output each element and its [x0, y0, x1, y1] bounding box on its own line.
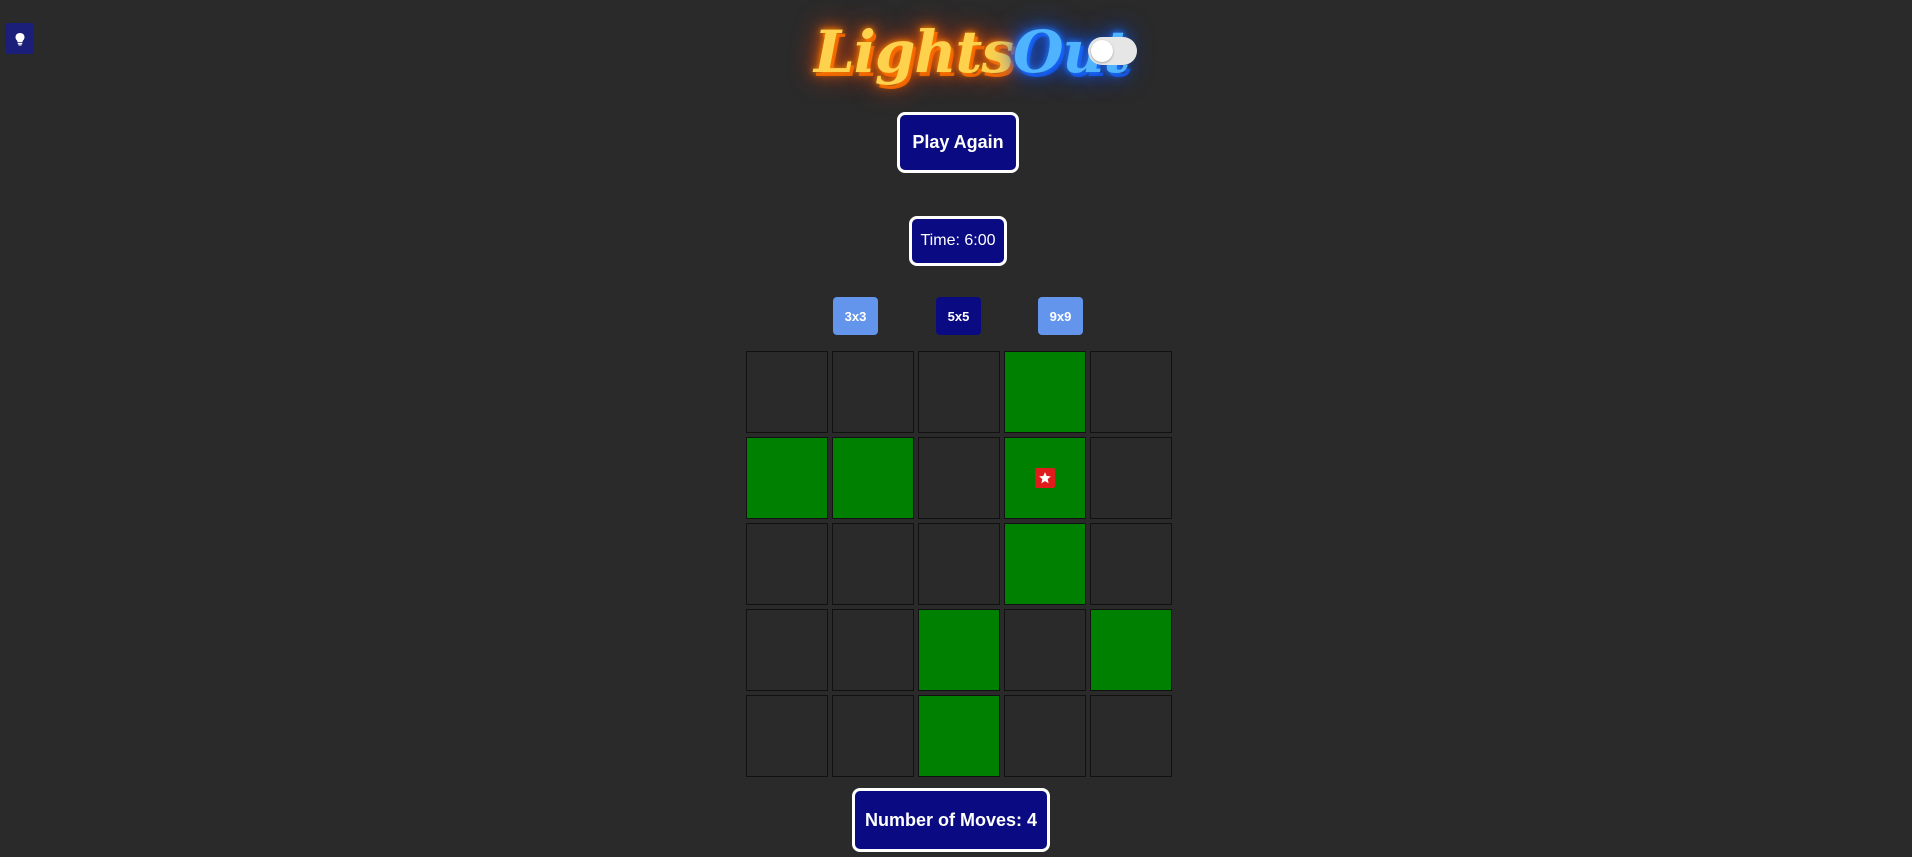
board-cell[interactable] — [1090, 351, 1172, 433]
board-cell[interactable] — [746, 351, 828, 433]
board-cell[interactable] — [918, 437, 1000, 519]
title-lights: Lights — [814, 18, 1014, 86]
board-cell[interactable] — [1004, 695, 1086, 777]
board-cell[interactable] — [832, 609, 914, 691]
size-3x3-button[interactable]: 3x3 — [833, 297, 878, 335]
play-again-button[interactable]: Play Again — [897, 112, 1019, 173]
game-board — [746, 351, 1172, 777]
board-cell[interactable] — [1090, 609, 1172, 691]
board-cell[interactable] — [1004, 351, 1086, 433]
theme-toggle[interactable] — [1088, 37, 1137, 65]
board-cell[interactable] — [918, 351, 1000, 433]
board-cell[interactable] — [746, 437, 828, 519]
board-cell[interactable] — [918, 695, 1000, 777]
size-5x5-button[interactable]: 5x5 — [936, 297, 981, 335]
board-cell[interactable] — [832, 695, 914, 777]
board-cell[interactable] — [832, 523, 914, 605]
board-cell[interactable] — [746, 523, 828, 605]
board-cell[interactable] — [832, 437, 914, 519]
board-cell[interactable] — [1004, 437, 1086, 519]
board-cell[interactable] — [746, 609, 828, 691]
board-cell[interactable] — [1090, 695, 1172, 777]
lightbulb-icon — [15, 32, 24, 45]
board-cell[interactable] — [918, 609, 1000, 691]
game-title: Lights Out — [814, 12, 1130, 92]
board-cell[interactable] — [1004, 609, 1086, 691]
board-cell[interactable] — [746, 695, 828, 777]
size-9x9-button[interactable]: 9x9 — [1038, 297, 1083, 335]
hint-button[interactable] — [5, 23, 34, 54]
board-cell[interactable] — [1090, 437, 1172, 519]
board-cell[interactable] — [1090, 523, 1172, 605]
board-cell[interactable] — [1004, 523, 1086, 605]
board-cell[interactable] — [918, 523, 1000, 605]
toggle-knob — [1091, 40, 1113, 62]
star-icon — [1035, 468, 1055, 488]
moves-counter: Number of Moves: 4 — [852, 788, 1050, 852]
timer-display: Time: 6:00 — [909, 216, 1007, 266]
board-cell[interactable] — [832, 351, 914, 433]
